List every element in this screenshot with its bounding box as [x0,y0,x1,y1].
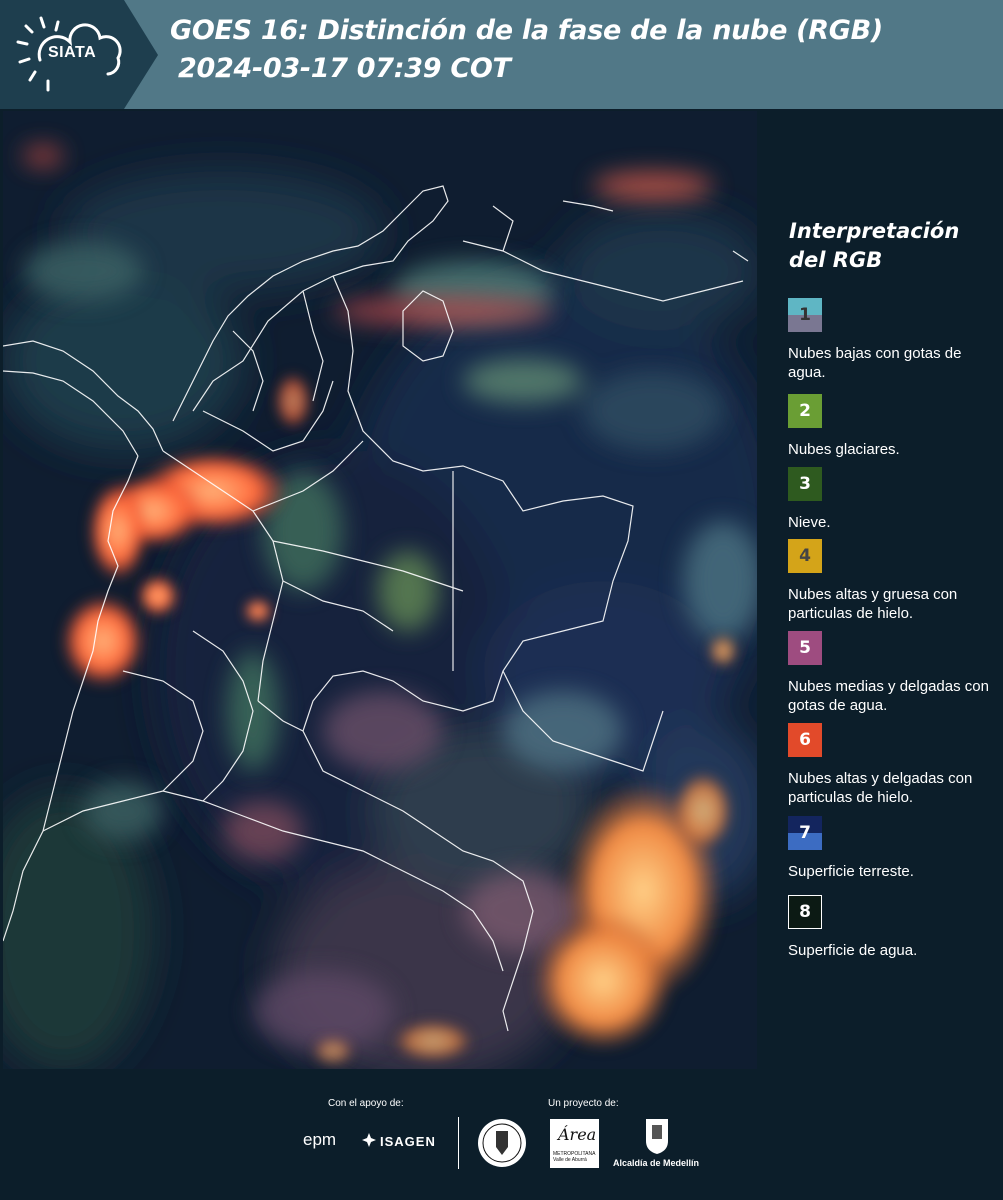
legend-number-7: 7 [799,823,811,843]
legend-number-3: 3 [799,474,811,494]
legend-item-6: 6 Nubes altas y delgadas con particulas … [788,723,998,807]
legend-item-3: 3 Nieve. [788,467,998,532]
area-logo-title: Área [558,1125,597,1144]
footer-divider [458,1117,459,1169]
legend-item-2: 2 Nubes glaciares. [788,394,998,459]
epm-logo: epm [303,1130,337,1149]
legend-description-1: Nubes bajas con gotas de agua. [788,345,962,381]
area-metropolitana-logo: Área METROPOLITANA Valle de Aburrá [550,1119,599,1168]
satellite-map-image [3,111,757,1069]
isagen-logo-icon [362,1133,376,1147]
siata-logo-text: SIATA [48,44,97,61]
legend-item-7: 7 Superficie terreste. [788,816,998,881]
legend-item-4: 4 Nubes altas y gruesa con particulas de… [788,539,998,623]
legend-swatch-6: 6 [788,723,822,757]
legend-number-2: 2 [799,401,811,421]
legend-number-5: 5 [799,638,811,658]
legend-description-5: Nubes medias y delgadas con gotas de agu… [788,678,989,714]
legend-swatch-4: 4 [788,539,822,573]
isagen-logo: ISAGEN [380,1134,436,1149]
page-timestamp: 2024-03-17 07:39 COT [178,53,511,84]
legend-number-1: 1 [799,305,811,325]
footer: Con el apoyo de: epm ISAGEN Un proyecto … [0,1069,1003,1200]
legend-item-1: 1 Nubes bajas con gotas de agua. [788,298,998,382]
area-logo-subtitle: METROPOLITANA Valle de Aburrá [553,1151,596,1163]
legend-swatch-8: 8 [788,895,822,929]
page-title: GOES 16: Distinción de la fase de la nub… [170,15,883,46]
legend-number-8: 8 [799,902,811,922]
legend-swatch-2: 2 [788,394,822,428]
legend-description-2: Nubes glaciares. [788,441,900,458]
legend-swatch-7: 7 [788,816,822,850]
legend-description-3: Nieve. [788,514,831,531]
legend-number-4: 4 [799,546,811,566]
legend-description-6: Nubes altas y delgadas con particulas de… [788,770,973,806]
project-label: Un proyecto de: [548,1098,619,1109]
legend-description-4: Nubes altas y gruesa con particulas de h… [788,586,958,622]
legend-description-7: Superficie terreste. [788,863,914,880]
legend-description-8: Superficie de agua. [788,942,918,959]
header-bar: SIATA GOES 16: Distinción de la fase de … [0,0,1003,109]
alcaldia-label: Alcaldía de Medellín [613,1158,700,1168]
rgb-legend: Interpretación del RGB 1 Nubes bajas con… [759,111,1003,1069]
siata-logo: SIATA [0,0,158,109]
legend-swatch-3: 3 [788,467,822,501]
legend-number-6: 6 [799,730,811,750]
legend-swatch-5: 5 [788,631,822,665]
legend-item-8: 8 Superficie de agua. [788,895,998,960]
legend-title: Interpretación del RGB [789,219,960,272]
legend-item-5: 5 Nubes medias y delgadas con gotas de a… [788,631,998,715]
seal-logo-icon [478,1119,526,1167]
legend-swatch-1: 1 [788,298,822,332]
satellite-map [3,111,757,1069]
support-label: Con el apoyo de: [328,1098,404,1109]
alcaldia-shield-icon [646,1119,668,1154]
